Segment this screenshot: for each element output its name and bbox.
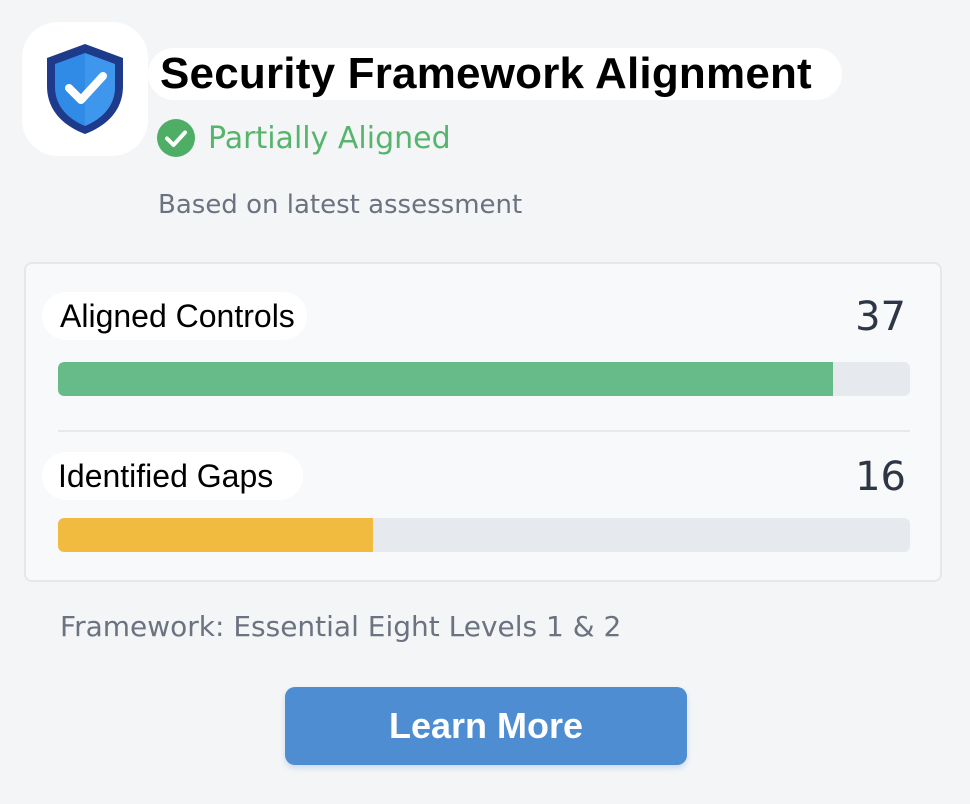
aligned-controls-value: 37 [855, 294, 906, 340]
learn-more-button[interactable]: Learn More [285, 687, 687, 765]
metric-label-container: Aligned Controls [42, 292, 307, 340]
identified-gaps-progress-fill [58, 518, 374, 552]
title-container: Security Framework Alignment [148, 48, 842, 100]
check-circle-icon [157, 119, 195, 157]
page-title: Security Framework Alignment [160, 49, 812, 98]
framework-label: Framework: Essential Eight Levels 1 & 2 [60, 610, 622, 643]
identified-gaps-progress [58, 518, 910, 552]
metrics-panel: Aligned Controls 37 Identified Gaps 16 [24, 262, 942, 582]
status-text: Partially Aligned [208, 120, 451, 156]
identified-gaps-label: Identified Gaps [58, 457, 274, 494]
aligned-controls-label: Aligned Controls [60, 297, 295, 334]
shield-badge [22, 22, 148, 156]
shield-check-icon [47, 44, 123, 134]
status-indicator: Partially Aligned [156, 118, 451, 158]
aligned-controls-progress [58, 362, 910, 396]
metric-divider [58, 430, 910, 432]
assessment-subtitle: Based on latest assessment [158, 190, 523, 220]
aligned-controls-progress-fill [58, 362, 834, 396]
metric-label-container: Identified Gaps [42, 452, 304, 500]
security-alignment-card: Security Framework Alignment Partially A… [0, 0, 970, 804]
identified-gaps-value: 16 [855, 454, 906, 500]
